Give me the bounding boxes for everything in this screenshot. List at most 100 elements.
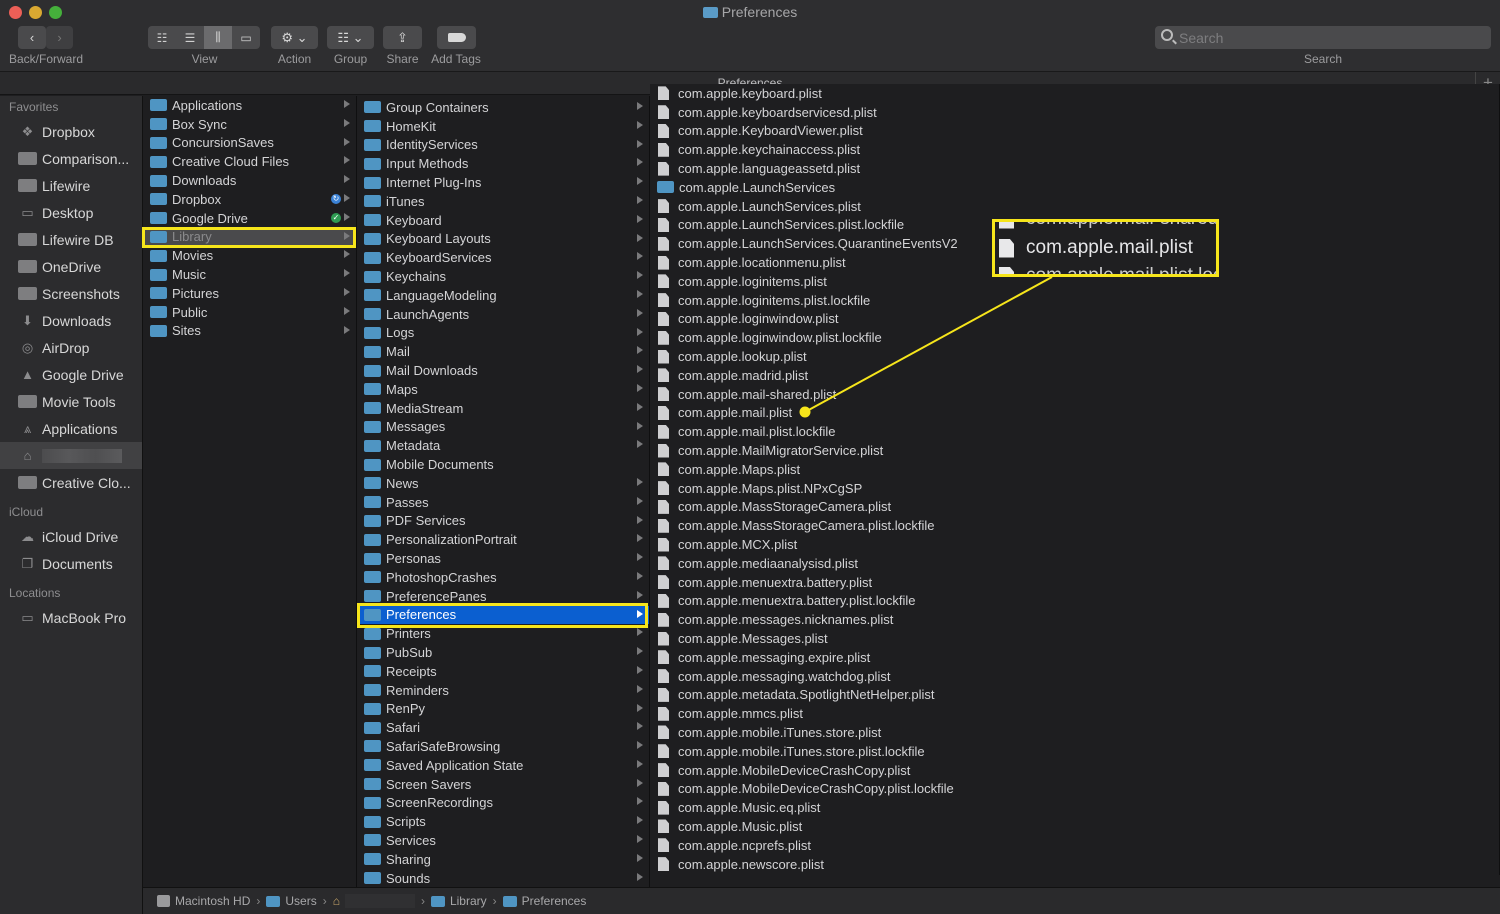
folder-row[interactable]: Maps bbox=[357, 380, 649, 399]
column-library[interactable]: Group Containers HomeKit IdentityServices I… bbox=[357, 96, 650, 887]
sidebar-item[interactable]: ❐ Documents bbox=[0, 550, 142, 577]
folder-row[interactable]: Public bbox=[143, 303, 356, 322]
folder-row[interactable]: Printers bbox=[357, 624, 649, 643]
file-row[interactable]: com.apple.lookup.plist bbox=[650, 347, 1499, 366]
file-row[interactable]: com.apple.metadata.SpotlightNetHelper.pl… bbox=[650, 686, 1499, 705]
file-row[interactable]: com.apple.keyboard.plist bbox=[650, 84, 1499, 103]
column-home[interactable]: Applications Box Sync ConcursionSaves Creat… bbox=[143, 96, 357, 887]
folder-row[interactable]: ScreenRecordings bbox=[357, 793, 649, 812]
file-row[interactable]: com.apple.menuextra.battery.plist.lockfi… bbox=[650, 592, 1499, 611]
file-row[interactable]: com.apple.KeyboardViewer.plist bbox=[650, 122, 1499, 141]
folder-row[interactable]: Logs bbox=[357, 324, 649, 343]
sidebar-item[interactable]: ▲ Google Drive bbox=[0, 361, 142, 388]
sidebar-item[interactable]: Screenshots bbox=[0, 280, 142, 307]
folder-row[interactable]: IdentityServices bbox=[357, 136, 649, 155]
folder-row[interactable]: Receipts bbox=[357, 662, 649, 681]
file-row[interactable]: com.apple.mediaanalysisd.plist bbox=[650, 554, 1499, 573]
back-button[interactable]: ‹ bbox=[18, 26, 46, 49]
folder-row[interactable]: Mobile Documents bbox=[357, 455, 649, 474]
file-row[interactable]: com.apple.LaunchServices.plist bbox=[650, 197, 1499, 216]
sidebar-item[interactable]: ☁ iCloud Drive bbox=[0, 523, 142, 550]
folder-row[interactable]: Messages bbox=[357, 418, 649, 437]
folder-row[interactable]: Keyboard bbox=[357, 211, 649, 230]
folder-row[interactable]: Box Sync bbox=[143, 115, 356, 134]
add-tags-button[interactable] bbox=[437, 26, 476, 49]
file-row[interactable]: com.apple.messaging.expire.plist bbox=[650, 648, 1499, 667]
sidebar-item[interactable]: ▭ Desktop bbox=[0, 199, 142, 226]
forward-button[interactable]: › bbox=[46, 26, 73, 49]
folder-row[interactable]: Pictures bbox=[143, 284, 356, 303]
file-row[interactable]: com.apple.MobileDeviceCrashCopy.plist.lo… bbox=[650, 779, 1499, 798]
folder-row[interactable]: Music bbox=[143, 265, 356, 284]
folder-row[interactable]: Keychains bbox=[357, 267, 649, 286]
folder-row[interactable]: HomeKit bbox=[357, 117, 649, 136]
path-crumb[interactable]: Macintosh HD bbox=[157, 894, 250, 908]
folder-row[interactable]: Internet Plug-Ins bbox=[357, 173, 649, 192]
sidebar-item[interactable]: OneDrive bbox=[0, 253, 142, 280]
folder-row[interactable]: MediaStream bbox=[357, 399, 649, 418]
folder-row[interactable]: Keyboard Layouts bbox=[357, 230, 649, 249]
file-row[interactable]: com.apple.MassStorageCamera.plist.lockfi… bbox=[650, 516, 1499, 535]
folder-row[interactable]: ConcursionSaves bbox=[143, 134, 356, 153]
folder-row[interactable]: Movies bbox=[143, 246, 356, 265]
file-row[interactable]: com.apple.mobile.iTunes.store.plist bbox=[650, 723, 1499, 742]
file-row[interactable]: com.apple.Messages.plist bbox=[650, 629, 1499, 648]
folder-row[interactable]: Reminders bbox=[357, 681, 649, 700]
folder-row[interactable]: Sounds bbox=[357, 869, 649, 887]
action-button[interactable]: ⚙ ⌄ bbox=[271, 26, 318, 49]
file-row[interactable]: com.apple.Maps.plist.NPxCgSP bbox=[650, 479, 1499, 498]
file-row[interactable]: com.apple.loginwindow.plist.lockfile bbox=[650, 328, 1499, 347]
file-row[interactable]: com.apple.mmcs.plist bbox=[650, 704, 1499, 723]
sidebar-item[interactable]: ▭ MacBook Pro bbox=[0, 604, 142, 631]
folder-row[interactable]: LaunchAgents bbox=[357, 305, 649, 324]
folder-row[interactable]: Applications bbox=[143, 96, 356, 115]
icon-view-button[interactable]: ☷ bbox=[148, 26, 176, 49]
sidebar-item[interactable]: Lifewire bbox=[0, 172, 142, 199]
file-row[interactable]: com.apple.Music.plist bbox=[650, 817, 1499, 836]
path-crumb[interactable]: ⌂ bbox=[333, 894, 415, 908]
folder-row[interactable]: Input Methods bbox=[357, 154, 649, 173]
file-row[interactable]: com.apple.MailMigratorService.plist bbox=[650, 441, 1499, 460]
sidebar-item[interactable]: ◎ AirDrop bbox=[0, 334, 142, 361]
folder-row[interactable]: KeyboardServices bbox=[357, 248, 649, 267]
folder-row[interactable]: LanguageModeling bbox=[357, 286, 649, 305]
folder-row[interactable]: Creative Cloud Files bbox=[143, 152, 356, 171]
column-view-button[interactable]: ⫼ bbox=[204, 26, 232, 49]
column-preferences[interactable]: com.apple.keyboard.plist com.apple.keyboa… bbox=[650, 84, 1500, 875]
sidebar-item[interactable]: Movie Tools bbox=[0, 388, 142, 415]
folder-row[interactable]: Library bbox=[143, 227, 356, 247]
group-button[interactable]: ☷ ⌄ bbox=[327, 26, 374, 49]
file-row[interactable]: com.apple.newscore2.plist bbox=[650, 873, 1499, 875]
sidebar-item[interactable]: Comparison... bbox=[0, 145, 142, 172]
folder-row[interactable]: Mail bbox=[357, 342, 649, 361]
file-row[interactable]: com.apple.mobile.iTunes.store.plist.lock… bbox=[650, 742, 1499, 761]
folder-row[interactable]: PersonalizationPortrait bbox=[357, 530, 649, 549]
folder-row[interactable]: Safari bbox=[357, 718, 649, 737]
path-crumb[interactable]: Users bbox=[266, 894, 317, 908]
file-row[interactable]: com.apple.MCX.plist bbox=[650, 535, 1499, 554]
sidebar-item[interactable]: ⌂ bbox=[0, 442, 142, 469]
folder-row[interactable]: iTunes bbox=[357, 192, 649, 211]
folder-row[interactable]: PubSub bbox=[357, 643, 649, 662]
sidebar-item[interactable]: Lifewire DB bbox=[0, 226, 142, 253]
file-row[interactable]: com.apple.messages.nicknames.plist bbox=[650, 610, 1499, 629]
path-crumb[interactable]: Library bbox=[430, 894, 487, 908]
file-row[interactable]: com.apple.mail.plist bbox=[650, 404, 1499, 423]
folder-row[interactable]: Passes bbox=[357, 493, 649, 512]
file-row[interactable]: com.apple.keychainaccess.plist bbox=[650, 140, 1499, 159]
list-view-button[interactable]: ☰ bbox=[176, 26, 204, 49]
folder-row[interactable]: Personas bbox=[357, 549, 649, 568]
folder-row[interactable]: SafariSafeBrowsing bbox=[357, 737, 649, 756]
folder-row[interactable]: Saved Application State bbox=[357, 756, 649, 775]
folder-row[interactable]: Scripts bbox=[357, 812, 649, 831]
file-row[interactable]: com.apple.loginitems.plist.lockfile bbox=[650, 291, 1499, 310]
file-row[interactable]: com.apple.Music.eq.plist bbox=[650, 798, 1499, 817]
folder-row[interactable]: com.apple.LaunchServices bbox=[650, 178, 1499, 197]
folder-row[interactable]: PreferencePanes bbox=[357, 587, 649, 606]
file-row[interactable]: com.apple.madrid.plist bbox=[650, 366, 1499, 385]
folder-row[interactable]: PhotoshopCrashes bbox=[357, 568, 649, 587]
file-row[interactable]: com.apple.mail.plist.lockfile bbox=[650, 422, 1499, 441]
sidebar-item[interactable]: ❖ Dropbox bbox=[0, 118, 142, 145]
file-row[interactable]: com.apple.Maps.plist bbox=[650, 460, 1499, 479]
sidebar-item[interactable]: ⬇ Downloads bbox=[0, 307, 142, 334]
